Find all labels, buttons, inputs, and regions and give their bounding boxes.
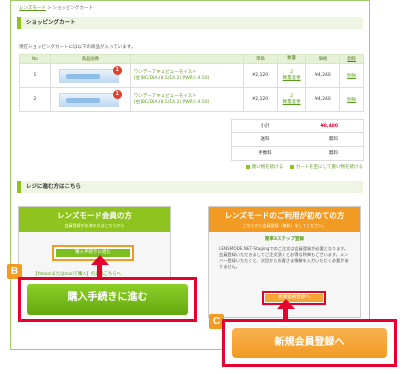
cart-table: No 商品画像 単価 数量 価格 削除 1 1 ワンデーアキュビューモイスト [… bbox=[19, 54, 364, 112]
cart-section-title: ショッピングカート bbox=[17, 17, 363, 29]
breadcrumb: レンズモード > ショッピングカート bbox=[19, 6, 94, 11]
breadcrumb-home-link[interactable]: レンズモード bbox=[19, 6, 46, 11]
member-checkout-button-zoom[interactable]: 購入手続きに進む bbox=[18, 277, 197, 322]
member-box-subtitle: 会員登録がお済の方はこちらから bbox=[64, 223, 125, 228]
row-no: 1 bbox=[19, 63, 51, 88]
register-button-large[interactable]: 新規会員登録へ bbox=[232, 328, 387, 358]
delete-link[interactable]: 削除 bbox=[339, 87, 364, 112]
product-spec: [右]BC/DIA:(8.5/14.2) PWR:(-4.50) bbox=[133, 99, 210, 105]
cart-table-header: No 商品画像 単価 数量 価格 削除 bbox=[19, 54, 364, 64]
product-image[interactable]: 1 bbox=[58, 89, 122, 107]
col-delete: 削除 bbox=[339, 54, 364, 64]
arrow-up-icon bbox=[91, 255, 109, 265]
col-image: 商品画像 bbox=[49, 54, 131, 64]
new-user-box-subtitle: こちらから会員登録（無料）をしてください。 bbox=[242, 223, 327, 228]
new-user-box-header: レンズモードのご利用が初めての方 こちらから会員登録（無料）をしてください。 bbox=[209, 207, 360, 232]
row-subtotal: ¥4,240 bbox=[305, 87, 341, 112]
col-qty: 数量 bbox=[276, 54, 307, 64]
product-image[interactable]: 1 bbox=[58, 65, 122, 83]
member-checkout-button-large[interactable]: 購入手続きに進む bbox=[27, 284, 188, 315]
col-price: 単価 bbox=[242, 54, 278, 64]
cart-intro-text: 現在ショッピングカートには以下の商品が入っています。 bbox=[19, 45, 136, 50]
fee-row: 手数料 無料 bbox=[231, 147, 364, 161]
qty-change-link[interactable]: 数量変更 bbox=[278, 76, 306, 82]
arrow-up-icon bbox=[277, 299, 295, 309]
register-button-zoom[interactable]: 新規会員登録へ bbox=[222, 319, 397, 367]
shipping-label: 送料 bbox=[260, 137, 270, 142]
shipping-row: 送料 無料 bbox=[231, 133, 364, 147]
delete-link[interactable]: 削除 bbox=[339, 63, 364, 88]
shipping-value: 無料 bbox=[329, 137, 338, 142]
new-user-box-title: レンズモードのご利用が初めての方 bbox=[224, 211, 345, 220]
fee-value: 無料 bbox=[329, 151, 338, 156]
empty-cart-link[interactable]: カートを空にして買い物を続ける bbox=[296, 165, 363, 170]
cart-links: 買い物を続ける カートを空にして買い物を続ける bbox=[241, 164, 363, 170]
subtotal-row: 小計 ¥8,480 bbox=[231, 119, 364, 133]
bullet-icon bbox=[245, 164, 250, 169]
product-badge: 1 bbox=[112, 89, 122, 99]
subtotal-value: ¥8,480 bbox=[320, 124, 338, 129]
row-subtotal: ¥4,240 bbox=[305, 63, 341, 88]
table-row: 1 1 ワンデーアキュビューモイスト [左]BC/DIA:(8.5/14.2) … bbox=[19, 63, 364, 88]
arrow-stem-b bbox=[97, 263, 102, 277]
bullet-icon bbox=[289, 164, 294, 169]
col-no: No bbox=[19, 54, 51, 64]
new-user-description: LENSMODE.NET-Stagingでのご注文は会員登録が必要となります。会… bbox=[219, 246, 349, 269]
member-box-title: レンズモード会員の方 bbox=[57, 211, 132, 220]
table-row: 2 1 ワンデーアキュビューモイスト [右]BC/DIA:(8.5/14.2) … bbox=[19, 87, 364, 112]
row-price: ¥2,120 bbox=[242, 87, 278, 112]
product-spec: [左]BC/DIA:(8.5/14.2) PWR:(-4.50) bbox=[133, 75, 210, 81]
breadcrumb-current: ショッピングカート bbox=[52, 6, 94, 11]
qty-change-link[interactable]: 数量変更 bbox=[278, 100, 306, 106]
product-badge: 1 bbox=[112, 65, 122, 75]
continue-shopping-link[interactable]: 買い物を続ける bbox=[252, 165, 284, 170]
checkout-section-title: レジに進む方はこちら bbox=[17, 181, 363, 193]
fee-label: 手数料 bbox=[258, 151, 272, 156]
subtotal-label: 小計 bbox=[260, 124, 270, 129]
row-no: 2 bbox=[19, 87, 51, 112]
col-subtotal: 価格 bbox=[305, 54, 341, 64]
row-price: ¥2,120 bbox=[242, 63, 278, 88]
member-box-header: レンズモード会員の方 会員登録がお済の方はこちらから bbox=[19, 207, 170, 232]
col-name bbox=[129, 54, 244, 64]
step-label: 簡単3ステップ登録 bbox=[264, 237, 305, 242]
